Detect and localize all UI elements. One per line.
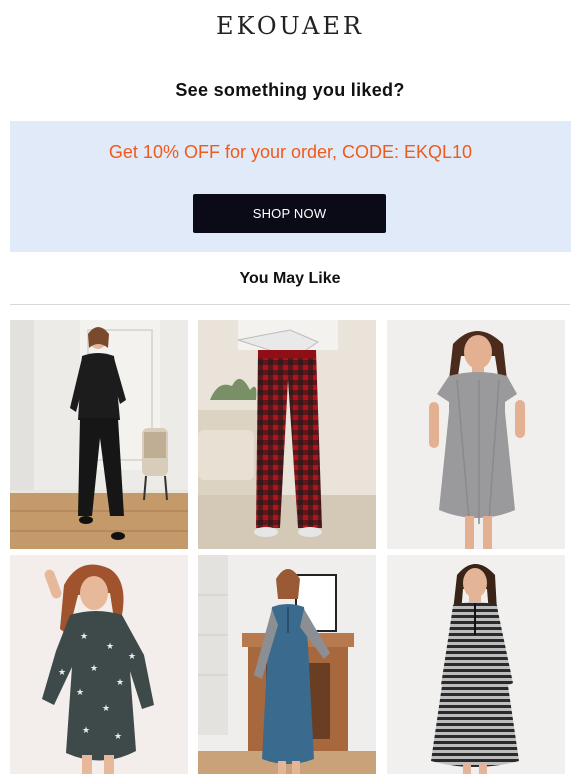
- product-grid: ★ ★ ★ ★ ★ ★ ★ ★ ★ ★: [10, 320, 570, 774]
- svg-text:★: ★: [114, 732, 122, 742]
- product-image-star-sleep-shirt: ★ ★ ★ ★ ★ ★ ★ ★ ★ ★: [10, 555, 188, 774]
- product-card-gray-nightgown[interactable]: [387, 320, 565, 549]
- product-image-blue-nightgown: [198, 555, 376, 774]
- promo-text: Get 10% OFF for your order, CODE: EKQL10: [108, 142, 473, 162]
- product-card-blue-nightgown[interactable]: [198, 555, 376, 774]
- svg-text:★: ★: [90, 664, 98, 674]
- svg-text:★: ★: [102, 704, 110, 714]
- promo-banner: Get 10% OFF for your order, CODE: EKQL10…: [10, 121, 571, 252]
- headline: See something you liked?: [175, 80, 405, 100]
- svg-text:★: ★: [58, 668, 66, 678]
- svg-text:★: ★: [116, 678, 124, 688]
- product-card-striped-nightgown[interactable]: [387, 555, 565, 774]
- shop-now-button[interactable]: SHOP NOW: [193, 194, 386, 233]
- divider: [10, 304, 570, 305]
- product-card-star-sleep-shirt[interactable]: ★ ★ ★ ★ ★ ★ ★ ★ ★ ★: [10, 555, 188, 774]
- product-card-plaid-pants[interactable]: [198, 320, 376, 549]
- section-title: You May Like: [239, 270, 341, 287]
- product-image-striped-nightgown: [387, 555, 565, 774]
- product-image-plaid-pants: [198, 320, 376, 549]
- svg-text:★: ★: [76, 688, 84, 698]
- svg-text:★: ★: [128, 652, 136, 662]
- svg-text:★: ★: [106, 642, 114, 652]
- brand-logo[interactable]: EKOUAER: [0, 12, 580, 40]
- svg-text:★: ★: [82, 726, 90, 736]
- product-card-black-pajama-set[interactable]: [10, 320, 188, 549]
- svg-text:★: ★: [80, 632, 88, 642]
- product-image-gray-nightgown: [387, 320, 565, 549]
- product-image-black-pajama-set: [10, 320, 188, 549]
